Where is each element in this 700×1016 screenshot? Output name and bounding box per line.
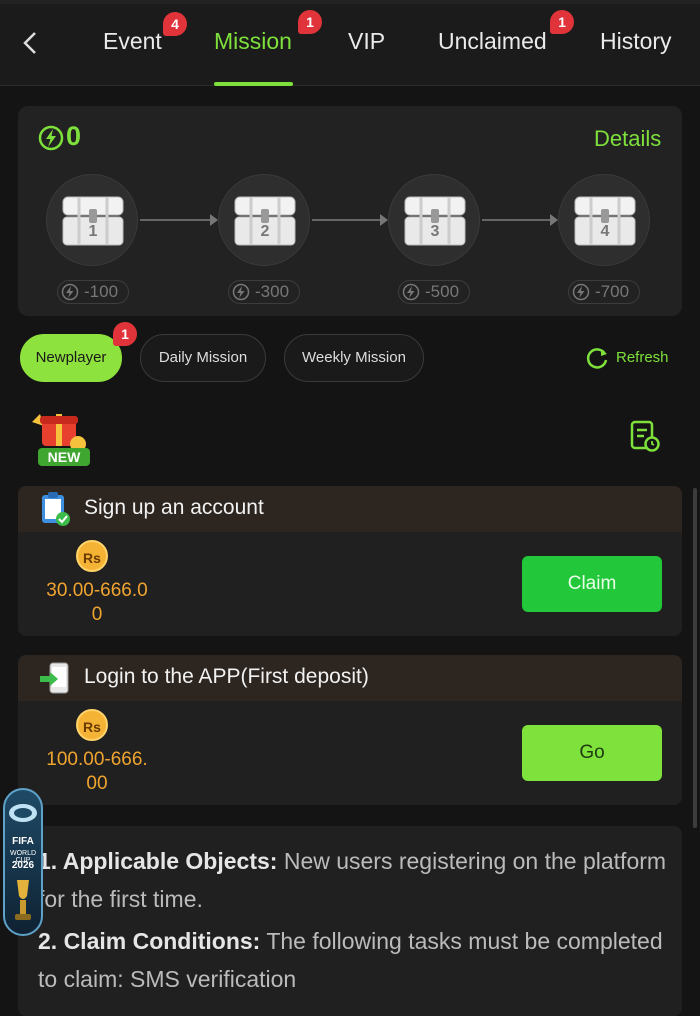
rule-1-title: 1. Applicable Objects: — [38, 848, 278, 874]
task-reward-amount-line2: 0 — [91, 604, 103, 625]
rule-1: 1. Applicable Objects: New users registe… — [38, 842, 668, 918]
rupee-coin-icon: Rs — [76, 540, 108, 572]
task-reward-amount-line1: 100.00-666. — [46, 749, 148, 770]
tab-unclaimed-badge: 1 — [550, 10, 574, 34]
tab-history[interactable]: History — [600, 28, 672, 55]
trophy-icon — [15, 880, 31, 920]
tab-event[interactable]: Event — [103, 28, 162, 55]
tab-mission[interactable]: Mission — [214, 28, 292, 55]
details-link[interactable]: Details — [594, 126, 661, 152]
task-title: Sign up an account — [84, 496, 264, 519]
banner-line-1: FIFA — [12, 836, 34, 847]
new-gift-icon: NEW — [32, 414, 90, 466]
banner-line-3: 2026 — [11, 860, 35, 871]
chest-cost-value: -500 — [425, 282, 460, 301]
chest-3[interactable]: 3 — [388, 174, 480, 266]
floating-promo-banner[interactable]: FIFA WORLD CUP 2026 — [3, 788, 43, 936]
new-label: NEW — [48, 449, 81, 465]
filter-weekly-mission[interactable]: Weekly Mission — [284, 334, 424, 382]
clipboard-check-icon — [42, 492, 70, 526]
chest-number: 1 — [88, 223, 98, 240]
status-strip — [0, 0, 700, 4]
task-card-signup: Sign up an account Rs 30.00-666.0 0 Clai… — [18, 486, 682, 636]
record-document-icon[interactable] — [630, 420, 660, 452]
energy-bolt-icon — [572, 283, 590, 301]
progress-arrow — [312, 214, 388, 226]
chest-number: 3 — [430, 223, 440, 240]
energy-bolt-icon — [232, 283, 250, 301]
rules-panel: 1. Applicable Objects: New users registe… — [18, 826, 682, 1016]
back-arrow-icon[interactable] — [16, 28, 46, 58]
task-title: Login to the APP(First deposit) — [84, 665, 369, 688]
chest-2[interactable]: 2 — [218, 174, 310, 266]
refresh-label: Refresh — [616, 349, 669, 366]
rule-2: 2. Claim Conditions: The following tasks… — [38, 922, 668, 998]
energy-bolt-icon — [402, 283, 420, 301]
energy-value: 0 — [66, 121, 82, 151]
energy-bolt-icon — [38, 125, 64, 151]
active-tab-indicator — [214, 82, 293, 86]
tab-vip[interactable]: VIP — [348, 28, 385, 55]
chest-cost-value: -300 — [255, 282, 290, 301]
progress-arrow — [140, 214, 218, 226]
tab-unclaimed[interactable]: Unclaimed — [438, 28, 547, 55]
chest-cost: -300 — [228, 280, 300, 304]
task-header: Sign up an account — [18, 486, 682, 532]
task-reward-amount-line1: 30.00-666.0 — [46, 580, 148, 601]
filter-daily-mission[interactable]: Daily Mission — [140, 334, 266, 382]
chest-number: 4 — [600, 223, 610, 240]
chest-cost-value: -700 — [595, 282, 630, 301]
phone-login-icon — [40, 662, 69, 694]
claim-button[interactable]: Claim — [522, 556, 662, 612]
task-card-first-deposit: Login to the APP(First deposit) Rs 100.0… — [18, 655, 682, 805]
tab-event-badge: 4 — [163, 12, 187, 36]
scrollbar[interactable] — [693, 488, 697, 828]
chest-4[interactable]: 4 — [558, 174, 650, 266]
rupee-coin-icon: Rs — [76, 709, 108, 741]
energy-bolt-icon — [61, 283, 79, 301]
chest-cost: -700 — [568, 280, 640, 304]
refresh-button[interactable]: Refresh — [584, 345, 669, 371]
logo-badge-icon — [9, 804, 37, 822]
top-tab-bar: Event 4 Mission 1 VIP Unclaimed 1 Histor… — [0, 0, 700, 86]
chest-cost: -500 — [398, 280, 470, 304]
chest-1[interactable]: 1 — [46, 174, 138, 266]
filter-newplayer-badge: 1 — [113, 322, 137, 346]
task-header: Login to the APP(First deposit) — [18, 655, 682, 701]
chest-number: 2 — [260, 223, 270, 240]
rule-2-title: 2. Claim Conditions: — [38, 928, 261, 954]
chest-cost-value: -100 — [84, 282, 119, 301]
task-reward-amount-line2: 00 — [86, 773, 108, 794]
go-button[interactable]: Go — [522, 725, 662, 781]
filter-newplayer[interactable]: Newplayer — [20, 334, 122, 382]
refresh-icon — [586, 348, 608, 369]
chest-cost: -100 — [57, 280, 129, 304]
progress-arrow — [482, 214, 558, 226]
tab-mission-badge: 1 — [298, 10, 322, 34]
